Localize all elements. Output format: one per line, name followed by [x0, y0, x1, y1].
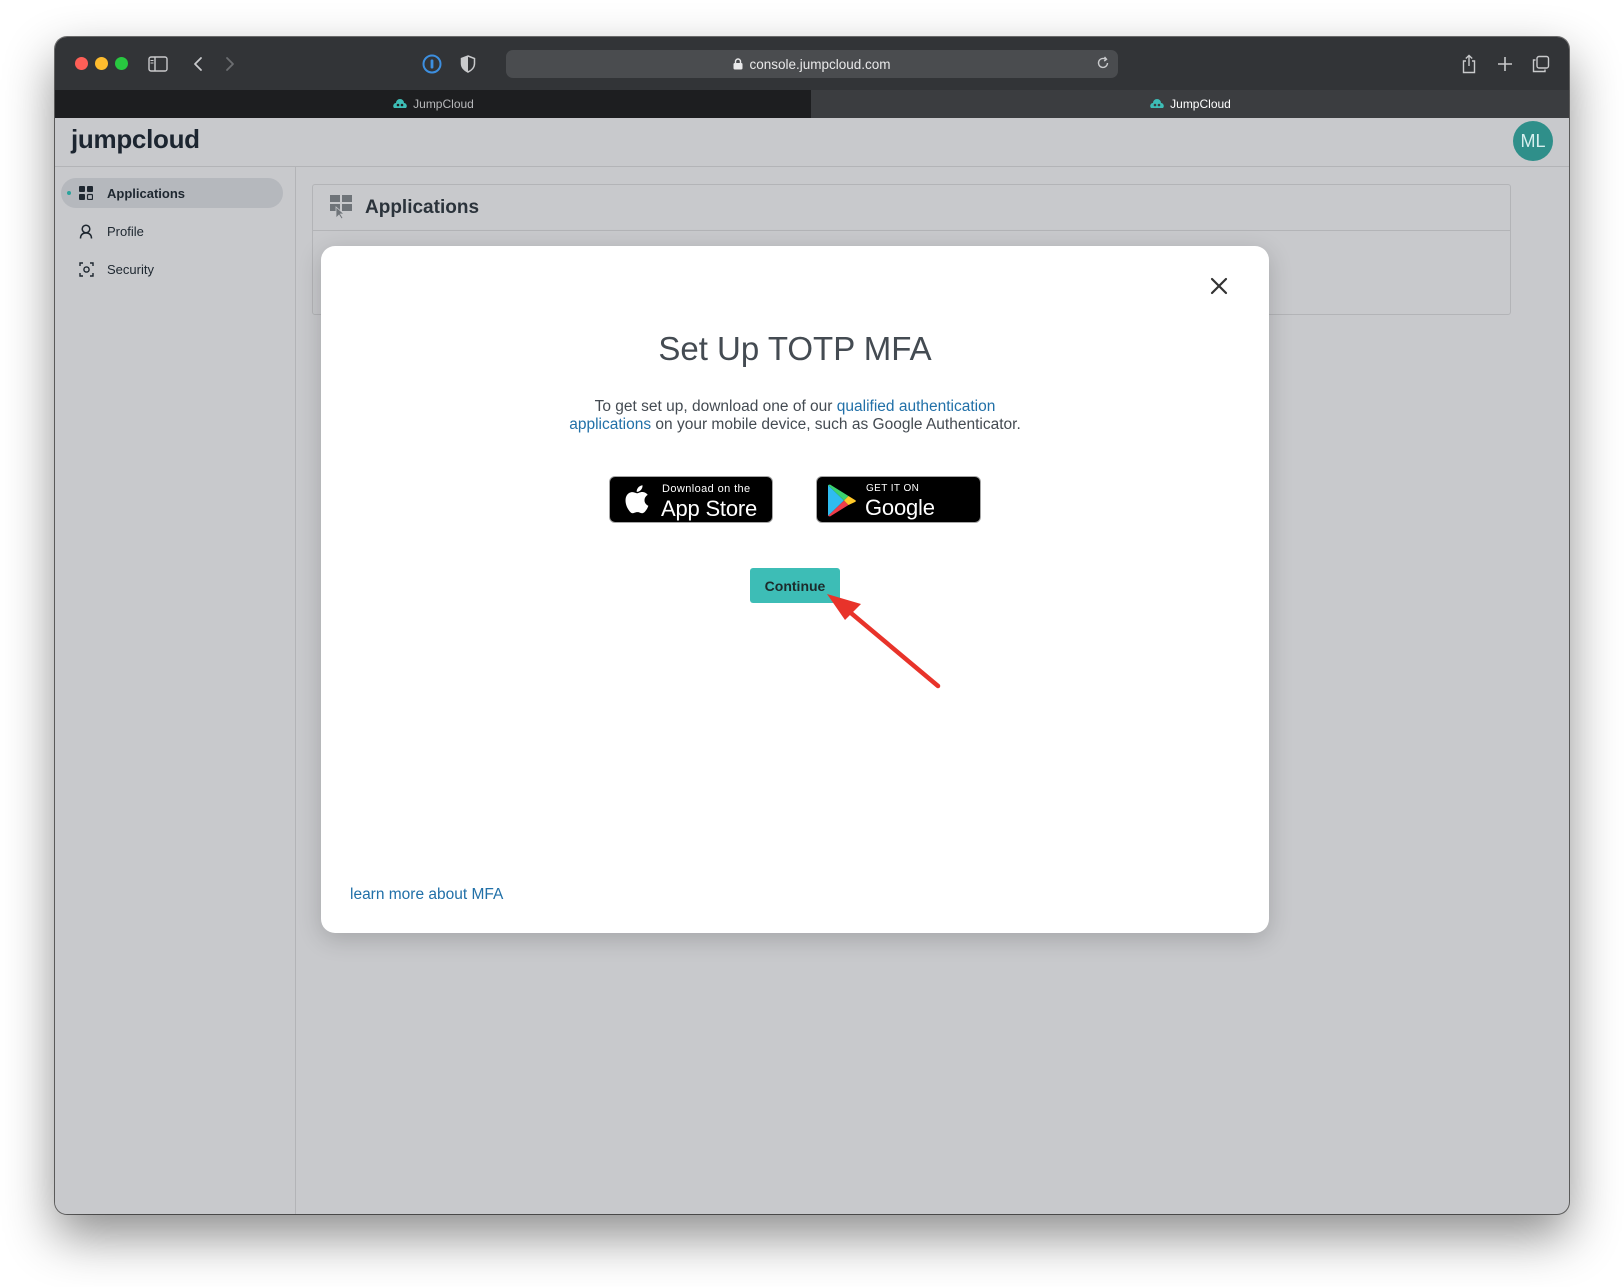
google-play-big-text: Google Play	[865, 495, 935, 546]
sidebar-item-label: Security	[107, 262, 154, 277]
jumpcloud-favicon-icon	[392, 99, 408, 109]
security-icon	[78, 261, 94, 277]
sidebar-item-profile[interactable]: Profile	[61, 216, 283, 246]
lock-icon	[733, 58, 743, 70]
address-bar[interactable]: console.jumpcloud.com	[506, 50, 1118, 78]
panel-header: Applications	[313, 185, 1510, 231]
sidebar-item-applications[interactable]: Applications	[61, 178, 283, 208]
avatar[interactable]: ML	[1513, 121, 1553, 161]
forward-arrow-icon[interactable]	[217, 51, 243, 77]
mfa-setup-modal: Set Up TOTP MFA To get set up, download …	[321, 246, 1269, 933]
learn-more-mfa-link[interactable]: learn more about MFA	[350, 886, 503, 904]
url-text: console.jumpcloud.com	[749, 56, 891, 72]
modal-description: To get set up, download one of our quali…	[565, 398, 1025, 434]
tab-overview-icon[interactable]	[1528, 51, 1554, 77]
close-icon[interactable]	[1207, 274, 1231, 298]
description-text: To get set up, download one of our	[594, 398, 837, 415]
active-indicator	[67, 191, 71, 195]
grid-icon	[78, 185, 94, 201]
close-window-button[interactable]	[75, 57, 88, 70]
new-tab-icon[interactable]	[1492, 51, 1518, 77]
share-icon[interactable]	[1456, 51, 1482, 77]
minimize-window-button[interactable]	[95, 57, 108, 70]
continue-button[interactable]: Continue	[750, 568, 840, 603]
zoom-window-button[interactable]	[115, 57, 128, 70]
google-play-small-text: GET IT ON	[866, 483, 920, 494]
description-text: on your mobile device, such as Google Au…	[651, 416, 1021, 433]
tab-jumpcloud-2[interactable]: JumpCloud	[811, 90, 1569, 118]
sidebar-item-label: Applications	[107, 186, 186, 201]
browser-window: console.jumpcloud.com JumpCloud JumpClou…	[55, 37, 1569, 1214]
sidebar-item-label: Profile	[107, 224, 144, 239]
tab-label: JumpCloud	[413, 97, 474, 111]
user-icon	[78, 223, 94, 239]
reload-icon[interactable]	[1096, 56, 1110, 73]
browser-tabbar: JumpCloud JumpCloud	[55, 90, 1569, 118]
applications-icon	[329, 194, 355, 225]
page-title: Applications	[365, 197, 480, 218]
app-store-small-text: Download on the	[662, 483, 751, 495]
apple-icon	[623, 484, 649, 520]
app-header: jumpcloud ML	[55, 118, 1569, 167]
jumpcloud-logo[interactable]: jumpcloud	[71, 124, 200, 155]
sidebar-item-security[interactable]: Security	[61, 254, 283, 284]
app-store-badge[interactable]: Download on the App Store	[609, 476, 773, 523]
sidebar-toggle-icon[interactable]	[145, 51, 171, 77]
shield-icon[interactable]	[455, 51, 481, 77]
app-store-big-text: App Store	[661, 496, 758, 521]
browser-titlebar: console.jumpcloud.com	[55, 37, 1569, 90]
tab-jumpcloud-1[interactable]: JumpCloud	[55, 90, 811, 118]
tab-label: JumpCloud	[1170, 97, 1231, 111]
password-manager-icon[interactable]	[419, 51, 445, 77]
google-play-icon	[827, 484, 857, 522]
back-arrow-icon[interactable]	[185, 51, 211, 77]
jumpcloud-favicon-icon	[1149, 99, 1165, 109]
modal-title: Set Up TOTP MFA	[658, 330, 932, 367]
sidebar: Applications Profile Security	[55, 167, 296, 1214]
google-play-badge[interactable]: GET IT ON Google Play	[816, 476, 981, 546]
